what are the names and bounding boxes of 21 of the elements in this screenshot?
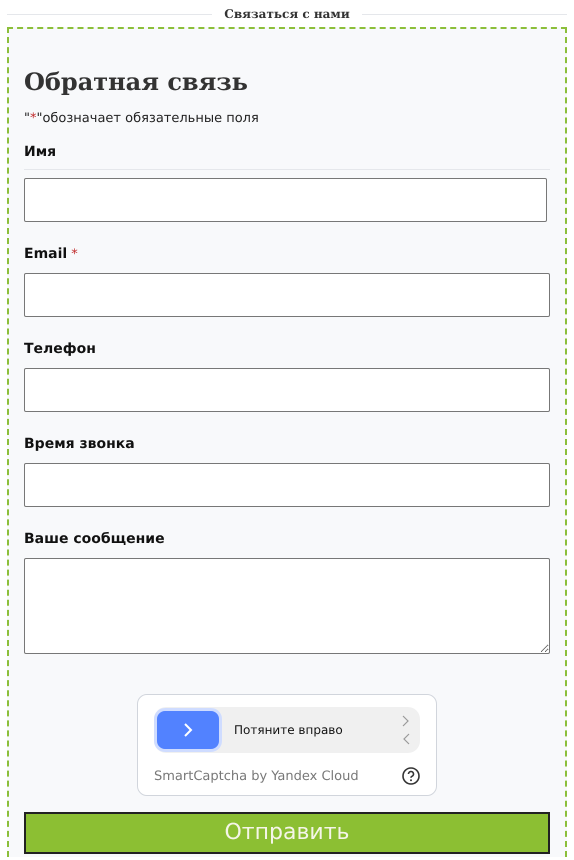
field-label: Телефон: [24, 340, 96, 356]
slider-handle[interactable]: [154, 708, 222, 752]
required-note: "*"обозначает обязательные поля: [24, 110, 260, 128]
required-mark: *: [71, 246, 78, 262]
field-label: Имя: [24, 144, 56, 160]
submit-button[interactable]: Отправить: [24, 812, 550, 854]
field-label: Ваше сообщение: [24, 530, 165, 546]
slider-label: Потяните вправо: [234, 722, 344, 738]
input-field[interactable]: [24, 462, 550, 506]
captcha-brand: SmartCaptcha by Yandex Cloud: [154, 768, 359, 786]
message-field[interactable]: [24, 558, 550, 654]
arrows-icon: [402, 714, 410, 746]
field-label: Email: [24, 246, 68, 262]
input-field[interactable]: [24, 272, 550, 316]
input-field[interactable]: [24, 178, 547, 222]
field-label: Время звонка: [24, 436, 135, 452]
form-title: Обратная связь: [24, 67, 249, 97]
input-field[interactable]: [24, 368, 550, 412]
chevron-right-icon: [183, 722, 193, 736]
section-title: Связаться с нами: [224, 6, 350, 23]
help-icon: [402, 767, 420, 786]
